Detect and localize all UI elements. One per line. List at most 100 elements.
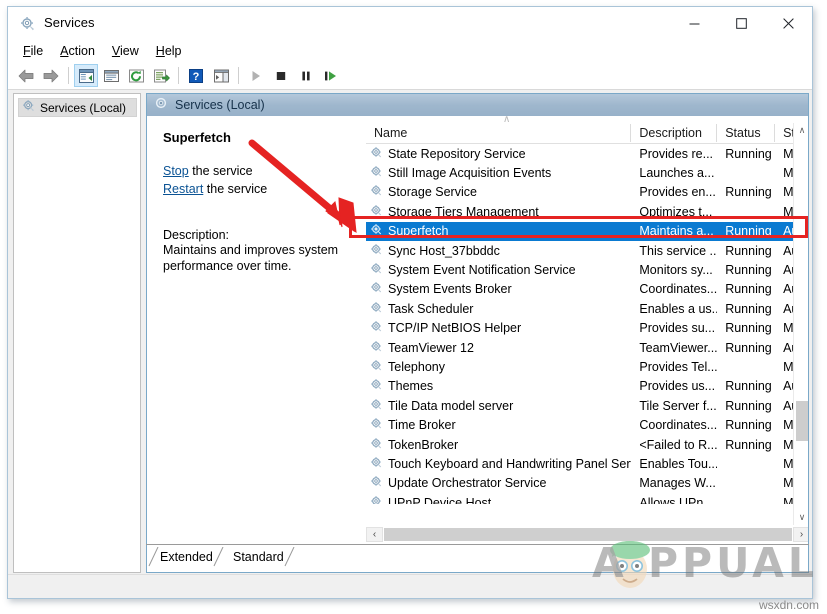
table-row-selected[interactable]: SuperfetchMaintains a...RunningAut	[366, 221, 808, 241]
toolbar: ?	[8, 62, 812, 90]
table-row[interactable]: Tile Data model server Tile Server f... Ru…	[366, 396, 808, 415]
forward-icon[interactable]	[39, 64, 63, 87]
refresh-icon[interactable]	[124, 64, 148, 87]
service-gear-icon	[370, 378, 383, 394]
tab-extended[interactable]: Extended	[148, 546, 224, 567]
cell-status: Running	[725, 340, 772, 355]
cell-name: Superfetch	[366, 223, 631, 239]
cell-name: Storage Tiers Management	[366, 204, 631, 220]
cell-status: Running	[725, 243, 772, 258]
tab-edge-right	[284, 547, 295, 567]
cell-description: Provides en...	[639, 185, 716, 200]
cell-name: Time Broker	[366, 417, 631, 433]
menu-help-label: elp	[164, 44, 182, 58]
scroll-left-button[interactable]: ‹	[366, 526, 383, 542]
cell-name: Update Orchestrator Service	[366, 475, 631, 491]
cell-status: Running	[725, 379, 772, 394]
properties-icon[interactable]	[99, 64, 123, 87]
table-row[interactable]: System Event Notification Service Monitor…	[366, 260, 808, 279]
cell-name: Themes	[366, 378, 631, 394]
tab-standard[interactable]: Standard	[221, 546, 295, 567]
restart-service-link[interactable]: Restart	[163, 182, 203, 196]
service-gear-icon	[370, 165, 383, 181]
help-icon[interactable]: ?	[184, 64, 208, 87]
cell-name: Task Scheduler	[366, 301, 631, 317]
pause-service-icon[interactable]	[294, 64, 318, 87]
service-gear-icon	[370, 456, 383, 472]
start-service-icon[interactable]	[244, 64, 268, 87]
cell-status: Running	[725, 321, 772, 336]
column-header-description[interactable]: Description	[631, 124, 718, 142]
menu-help[interactable]: Help	[148, 42, 191, 60]
service-name-text: Tile Data model server	[388, 398, 514, 413]
menu-action[interactable]: Action	[52, 42, 104, 60]
table-row[interactable]: Time BrokerCoordinates...RunningMar	[366, 415, 808, 434]
cell-name: TCP/IP NetBIOS Helper	[366, 320, 631, 336]
service-gear-icon	[370, 301, 383, 317]
table-row[interactable]: TeamViewer 12TeamViewer...RunningAut	[366, 338, 808, 357]
table-row[interactable]: Update Orchestrator ServiceManages W...M…	[366, 474, 808, 493]
table-row[interactable]: TCP/IP NetBIOS Helper Provides su... Runni…	[366, 319, 808, 338]
service-gear-icon	[370, 340, 383, 356]
cell-description: <Failed to R...	[639, 437, 718, 452]
table-row[interactable]: State Repository Service Provides re... Ru…	[366, 144, 808, 163]
table-row[interactable]: System Events Broker Coordinates... Runnin…	[366, 280, 808, 299]
cell-description: Enables Tou...	[639, 456, 718, 471]
svg-text:?: ?	[193, 71, 200, 83]
horizontal-scrollbar-thumb[interactable]	[384, 527, 792, 541]
table-row[interactable]: TelephonyProvides Tel...Mar	[366, 357, 808, 376]
tree-item-label: Services (Local)	[40, 100, 127, 115]
cell-status: Running	[725, 263, 772, 278]
list-vertical-scrollbar[interactable]: ∧ ∨	[793, 123, 808, 525]
services-list: ∧ Name Description Status Star State Rep…	[365, 115, 808, 572]
cell-name: Storage Service	[366, 184, 631, 200]
cell-status: Running	[725, 146, 772, 161]
tree-item-services-local[interactable]: Services (Local)	[18, 98, 137, 117]
cell-description: TeamViewer...	[639, 340, 718, 355]
toolbar-separator-3	[238, 67, 239, 84]
service-gear-icon	[370, 417, 383, 433]
table-row[interactable]: Sync Host_37bbddc This service ... Running…	[366, 241, 808, 260]
list-horizontal-scrollbar[interactable]: ‹ ›	[366, 526, 808, 542]
cell-description: Provides us...	[639, 379, 716, 394]
cell-name: Sync Host_37bbddc	[366, 243, 631, 259]
table-row[interactable]: TokenBroker<Failed to R...RunningMar	[366, 435, 808, 454]
scroll-down-button[interactable]: ∨	[794, 510, 808, 525]
scroll-right-button[interactable]: ›	[793, 526, 808, 542]
service-name-text: Task Scheduler	[388, 301, 474, 316]
table-row[interactable]: Still Image Acquisition Events Launches a…	[366, 163, 808, 182]
table-row[interactable]: Storage Tiers ManagementOptimizes t...Ma…	[366, 202, 808, 221]
table-row[interactable]: Storage ServiceProvides en...RunningMar	[366, 183, 808, 202]
export-list-icon[interactable]	[149, 64, 173, 87]
screenshot-root: Services File Action View Help ? Service…	[0, 0, 827, 614]
service-gear-icon	[370, 320, 383, 336]
table-row[interactable]: ThemesProvides us...RunningAut	[366, 377, 808, 396]
show-hide-action-pane-icon[interactable]	[209, 64, 233, 87]
table-row[interactable]: Touch Keyboard and Handwriting Panel Ser…	[366, 454, 808, 473]
cell-description: Maintains a...	[639, 224, 714, 239]
stop-service-icon[interactable]	[269, 64, 293, 87]
close-button[interactable]	[765, 7, 812, 40]
show-hide-console-tree-icon[interactable]	[74, 64, 98, 87]
table-row[interactable]: Task SchedulerEnables a us...RunningAut	[366, 299, 808, 318]
column-header-name[interactable]: Name	[366, 124, 632, 142]
cell-description: Optimizes t...	[639, 204, 713, 219]
service-gear-icon	[370, 495, 383, 504]
menu-view[interactable]: View	[104, 42, 148, 60]
table-row[interactable]: UPnP Device HostAllows UPn...Mar	[366, 493, 808, 504]
menu-file[interactable]: File	[15, 42, 52, 60]
scroll-up-button[interactable]: ∧	[794, 123, 808, 138]
back-icon[interactable]	[14, 64, 38, 87]
vertical-scrollbar-thumb[interactable]	[796, 401, 808, 441]
cell-description: Coordinates...	[639, 282, 718, 297]
maximize-button[interactable]	[718, 7, 765, 40]
column-header-status[interactable]: Status	[717, 124, 776, 142]
cell-status: Running	[725, 185, 772, 200]
stop-service-link[interactable]: Stop	[163, 164, 189, 178]
restart-service-icon[interactable]	[319, 64, 343, 87]
cell-status: Running	[725, 301, 772, 316]
view-tabs: Extended Standard	[146, 544, 809, 567]
minimize-button[interactable]	[671, 7, 718, 40]
cell-description: Monitors sy...	[639, 263, 713, 278]
cell-name: Touch Keyboard and Handwriting Panel Ser…	[366, 456, 631, 472]
